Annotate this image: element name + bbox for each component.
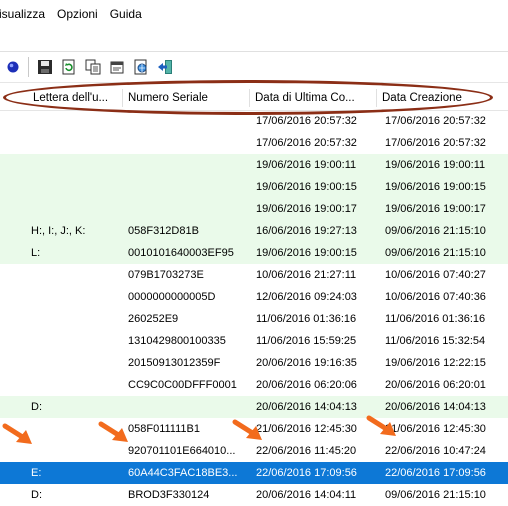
table-row[interactable]: 1310429800100335 11/06/2016 15:59:25 11/06… — [0, 330, 508, 352]
cell-creation-date: 21/06/2016 12:45:30 — [385, 423, 486, 435]
column-header-serial-number[interactable]: Numero Seriale — [123, 86, 249, 110]
cell-last-connection: 20/06/2016 14:04:13 — [256, 401, 357, 413]
cell-drive-letter: H:, I:, J:, K: — [31, 225, 86, 237]
copy-icon[interactable] — [84, 58, 102, 76]
cell-last-connection: 20/06/2016 14:04:11 — [256, 489, 357, 501]
table-row[interactable]: 19/06/2016 19:00:11 19/06/2016 19:00:11 — [0, 154, 508, 176]
menu-opzioni[interactable]: Opzioni — [57, 0, 106, 28]
cell-serial-number: 260252E9 — [128, 313, 179, 325]
menu-bar: isualizza Opzioni Guida — [0, 0, 508, 28]
annotation-arrow-icon — [2, 423, 32, 444]
cell-serial-number: 058F312D81B — [128, 225, 199, 237]
cell-serial-number: 0000000000005D — [128, 291, 216, 303]
cell-serial-number: 1310429800100335 — [128, 335, 226, 347]
cell-last-connection: 10/06/2016 21:27:11 — [256, 269, 357, 281]
menu-guida[interactable]: Guida — [110, 0, 150, 28]
cell-last-connection: 11/06/2016 01:36:16 — [256, 313, 357, 325]
table-row[interactable]: 20150913012359F 20/06/2016 19:16:35 19/06/… — [0, 352, 508, 374]
save-icon[interactable] — [36, 58, 54, 76]
cell-last-connection: 19/06/2016 19:00:17 — [256, 203, 357, 215]
cell-creation-date: 19/06/2016 19:00:17 — [385, 203, 486, 215]
cell-drive-letter: D: — [31, 401, 42, 413]
table-row[interactable]: 0000000000005D 12/06/2016 09:24:03 10/06/2… — [0, 286, 508, 308]
cell-serial-number: 0010101640003EF95 — [128, 247, 234, 259]
cell-last-connection: 12/06/2016 09:24:03 — [256, 291, 357, 303]
column-header-drive-letter[interactable]: Lettera dell'u... — [28, 86, 122, 110]
properties-icon[interactable] — [108, 58, 126, 76]
table-row[interactable]: 19/06/2016 19:00:17 19/06/2016 19:00:17 — [0, 198, 508, 220]
table-row[interactable]: H:, I:, J:, K: 058F312D81B 16/06/2016 19:2… — [0, 220, 508, 242]
table-row[interactable]: 17/06/2016 20:57:32 17/06/2016 20:57:32 — [0, 132, 508, 154]
cell-creation-date: 17/06/2016 20:57:32 — [385, 115, 486, 127]
cell-creation-date: 10/06/2016 07:40:27 — [385, 269, 486, 281]
table-row[interactable]: CC9C0C00DFFF0001 20/06/2016 06:20:06 20/06… — [0, 374, 508, 396]
cell-last-connection: 17/06/2016 20:57:32 — [256, 115, 357, 127]
cell-creation-date: 20/06/2016 14:04:13 — [385, 401, 486, 413]
table-row[interactable]: 260252E9 11/06/2016 01:36:16 11/06/2016 01… — [0, 308, 508, 330]
table-row[interactable]: L: 0010101640003EF95 19/06/2016 19:00:15 09… — [0, 242, 508, 264]
device-list: 17/06/2016 20:57:32 17/06/2016 20:57:32 17… — [0, 110, 508, 506]
column-header-row: Lettera dell'u... Numero Seriale Data di… — [0, 86, 508, 111]
cell-serial-number: BROD3F330124 — [128, 489, 210, 501]
exit-icon[interactable] — [156, 58, 174, 76]
cell-serial-number: CC9C0C00DFFF0001 — [128, 379, 237, 391]
cell-creation-date: 09/06/2016 21:15:10 — [385, 489, 486, 501]
cell-drive-letter: E: — [31, 467, 42, 479]
table-row[interactable]: 19/06/2016 19:00:15 19/06/2016 19:00:15 — [0, 176, 508, 198]
table-row[interactable]: 17/06/2016 20:57:32 17/06/2016 20:57:32 — [0, 110, 508, 132]
annotation-arrow-icon — [232, 419, 262, 440]
cell-creation-date: 22/06/2016 17:09:56 — [385, 467, 486, 479]
refresh-dot-icon[interactable] — [4, 58, 22, 76]
cell-creation-date: 22/06/2016 10:47:24 — [385, 445, 486, 457]
cell-last-connection: 17/06/2016 20:57:32 — [256, 137, 357, 149]
table-row[interactable]: D: 20/06/2016 14:04:13 20/06/2016 14:04:13 — [0, 396, 508, 418]
annotation-arrow-icon — [98, 421, 128, 442]
cell-serial-number: 920701101E664010... — [128, 445, 236, 457]
cell-creation-date: 19/06/2016 12:22:15 — [385, 357, 486, 369]
table-row[interactable]: 079B1703273E 10/06/2016 21:27:11 10/06/201… — [0, 264, 508, 286]
cell-last-connection: 19/06/2016 19:00:15 — [256, 181, 357, 193]
annotation-arrow-icon — [366, 415, 396, 436]
toolbar-separator — [28, 57, 29, 77]
cell-creation-date: 11/06/2016 01:36:16 — [385, 313, 486, 325]
cell-serial-number: 60A44C3FAC18BE3... — [128, 467, 238, 479]
cell-last-connection: 21/06/2016 12:45:30 — [256, 423, 357, 435]
menu-visualizza[interactable]: isualizza — [0, 0, 53, 28]
cell-creation-date: 19/06/2016 19:00:11 — [385, 159, 486, 171]
column-header-last-connection[interactable]: Data di Ultima Co... — [250, 86, 376, 110]
cell-drive-letter: D: — [31, 489, 42, 501]
refresh-document-icon[interactable] — [60, 58, 78, 76]
cell-creation-date: 20/06/2016 06:20:01 — [385, 379, 486, 391]
cell-creation-date: 09/06/2016 21:15:10 — [385, 225, 486, 237]
cell-last-connection: 11/06/2016 15:59:25 — [256, 335, 357, 347]
table-row[interactable]: D: BROD3F330124 20/06/2016 14:04:11 09/06/2… — [0, 484, 508, 506]
cell-serial-number: 058F011111B1 — [128, 423, 200, 435]
cell-last-connection: 22/06/2016 17:09:56 — [256, 467, 357, 479]
cell-creation-date: 10/06/2016 07:40:36 — [385, 291, 486, 303]
cell-serial-number: 20150913012359F — [128, 357, 221, 369]
cell-creation-date: 19/06/2016 19:00:15 — [385, 181, 486, 193]
table-row-selected[interactable]: E: 60A44C3FAC18BE3... 22/06/2016 17:09:56 2… — [0, 462, 508, 484]
cell-creation-date: 09/06/2016 21:15:10 — [385, 247, 486, 259]
cell-last-connection: 20/06/2016 19:16:35 — [256, 357, 357, 369]
cell-last-connection: 16/06/2016 19:27:13 — [256, 225, 357, 237]
cell-drive-letter: L: — [31, 247, 41, 259]
cell-last-connection: 19/06/2016 19:00:15 — [256, 247, 357, 259]
html-report-icon[interactable] — [132, 58, 150, 76]
table-row[interactable]: 920701101E664010... 22/06/2016 11:45:20 22… — [0, 440, 508, 462]
cell-last-connection: 19/06/2016 19:00:11 — [256, 159, 357, 171]
cell-creation-date: 11/06/2016 15:32:54 — [385, 335, 486, 347]
cell-last-connection: 20/06/2016 06:20:06 — [256, 379, 357, 391]
column-header-creation-date[interactable]: Data Creazione — [377, 86, 508, 110]
cell-creation-date: 17/06/2016 20:57:32 — [385, 137, 486, 149]
cell-serial-number: 079B1703273E — [128, 269, 204, 281]
cell-last-connection: 22/06/2016 11:45:20 — [256, 445, 357, 457]
